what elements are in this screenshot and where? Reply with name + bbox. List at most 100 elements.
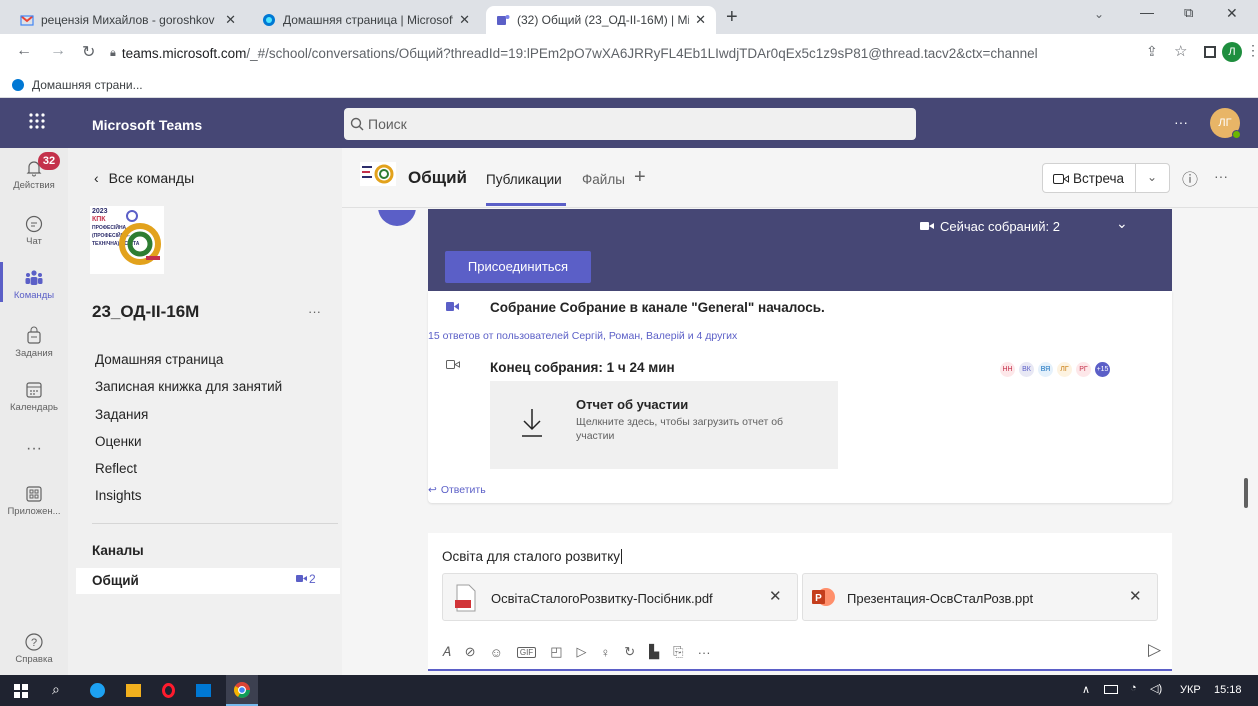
rail-more[interactable]: ··· (0, 440, 68, 458)
new-tab-button[interactable]: + (726, 6, 738, 29)
rail-chat[interactable]: Чат (0, 214, 68, 247)
loop-icon[interactable]: ↻ (624, 644, 635, 660)
info-icon[interactable]: ⓘ (1182, 166, 1198, 190)
file-explorer-icon[interactable] (126, 684, 141, 697)
more-participants-badge[interactable]: +15 (1095, 362, 1110, 377)
format-icon[interactable]: 𝐴 (442, 644, 451, 660)
reply-link[interactable]: ↩ Ответить (428, 484, 486, 496)
send-icon[interactable]: ▷ (1148, 640, 1161, 660)
praise-icon[interactable]: ♀ (601, 645, 611, 660)
remove-attachment-icon[interactable]: ✕ (1129, 587, 1142, 605)
browser-tab-home[interactable]: Домашняя страница | Microsoft ✕ (252, 6, 480, 34)
close-tab-icon[interactable]: ✕ (453, 12, 470, 28)
assignments-icon (27, 326, 41, 344)
chevron-down-icon[interactable]: ⌄ (1147, 170, 1157, 184)
back-to-teams-link[interactable]: ‹ Все команды (94, 170, 194, 186)
schedule-icon[interactable]: ⎘ (673, 644, 683, 660)
meet-button[interactable]: Встреча ⌄ (1042, 163, 1170, 193)
participant-avatar[interactable]: ЛГ (1057, 362, 1072, 377)
app-launcher-icon[interactable] (28, 112, 46, 130)
settings-more-button[interactable]: ··· (1174, 114, 1188, 130)
more-options-icon[interactable]: ··· (698, 645, 711, 660)
window-close-icon[interactable]: ✕ (1226, 5, 1238, 22)
edge-icon[interactable] (90, 683, 105, 698)
network-icon[interactable]: ◔ (1130, 682, 1137, 694)
nav-insights[interactable]: Insights (95, 488, 142, 503)
tab-posts[interactable]: Публикации (486, 172, 562, 187)
rail-help[interactable]: ? Справка (0, 632, 68, 665)
forward-arrow-icon[interactable]: → (50, 42, 66, 60)
scrollbar-thumb[interactable] (1244, 478, 1248, 508)
language-indicator[interactable]: УКР (1180, 684, 1201, 696)
rail-activity[interactable]: Действия 32 (0, 152, 68, 191)
attachment-ppt[interactable]: P Презентация-ОсвСталРозв.ppt ✕ (802, 573, 1158, 621)
meet-now-icon[interactable]: ▷ (577, 644, 587, 660)
nav-notebook[interactable]: Записная книжка для занятий (95, 379, 282, 394)
gif-icon[interactable]: GIF (516, 646, 537, 658)
channel-team-logo (360, 162, 396, 186)
close-tab-icon[interactable]: ✕ (219, 12, 236, 28)
url-path: /_#/school/conversations/Общий?threadId=… (246, 45, 1038, 61)
attach-icon[interactable]: ⊘ (465, 644, 476, 660)
sticker-icon[interactable]: ◰ (550, 644, 562, 660)
rail-calendar[interactable]: Календарь (0, 380, 68, 413)
profile-avatar[interactable]: Л (1222, 42, 1242, 62)
tray-chevron-icon[interactable]: ∧ (1082, 683, 1090, 696)
participant-avatar[interactable]: НН (1000, 362, 1015, 377)
restore-icon[interactable]: ⧉ (1184, 5, 1193, 21)
browser-tab-gmail[interactable]: рецензія Михайлов - goroshkov ✕ (10, 6, 246, 34)
clock[interactable]: 15:18 (1214, 684, 1242, 696)
nav-grades[interactable]: Оценки (95, 434, 142, 449)
windows-start-icon[interactable] (14, 684, 28, 698)
url-field[interactable]: 🔒︎ teams.microsoft.com/_#/school/convers… (110, 39, 1110, 67)
channel-item-general[interactable]: Общий 2 (76, 568, 340, 594)
join-meeting-button[interactable]: Присоединиться (445, 251, 591, 283)
bookmark-home[interactable]: Домашняя страни... (32, 78, 143, 92)
share-icon[interactable]: ⇪ (1146, 43, 1158, 60)
compose-input[interactable]: Освіта для сталого розвитку (442, 549, 622, 564)
rail-assignments[interactable]: Задания (0, 326, 68, 359)
chrome-taskbar-item[interactable] (226, 675, 258, 706)
attachment-pdf[interactable]: ОсвітаСталогоРозвитку-Посібник.pdf ✕ (442, 573, 798, 621)
taskbar-search-icon[interactable]: ⌕ (52, 681, 60, 698)
back-arrow-icon[interactable]: ← (16, 42, 32, 60)
more-icon: ··· (26, 440, 42, 457)
participant-avatar[interactable]: РГ (1076, 362, 1091, 377)
reload-icon[interactable]: ↻ (82, 42, 95, 62)
nav-reflect[interactable]: Reflect (95, 461, 137, 476)
volume-icon[interactable]: ◁) (1150, 682, 1162, 695)
rail-teams[interactable]: Команды (0, 268, 68, 301)
rail-label: Чат (26, 236, 42, 247)
minimize-icon[interactable]: — (1140, 4, 1154, 20)
chevron-down-icon[interactable]: ⌄ (1116, 215, 1128, 232)
tab-files[interactable]: Файлы (582, 172, 625, 187)
tab-search-icon[interactable]: ⌄ (1094, 7, 1104, 21)
remove-attachment-icon[interactable]: ✕ (769, 587, 782, 605)
attendance-report-card[interactable]: Отчет об участии Щелкните здесь, чтобы з… (490, 381, 838, 469)
replies-link[interactable]: 15 ответов от пользователей Сергій, Рома… (428, 330, 737, 342)
nav-home[interactable]: Домашняя страница (95, 352, 223, 367)
channel-name: Общий (92, 573, 139, 588)
rail-apps[interactable]: Приложен... (0, 484, 68, 517)
channel-more-button[interactable]: ··· (1214, 168, 1228, 184)
browser-menu-icon[interactable]: ⋮ (1246, 42, 1258, 59)
team-more-button[interactable]: ··· (308, 304, 321, 319)
participant-avatar[interactable]: ВК (1019, 362, 1034, 377)
sidepanel-icon[interactable] (1204, 46, 1216, 58)
opera-icon[interactable] (162, 683, 175, 698)
app-name: Microsoft Teams (92, 117, 203, 133)
add-tab-button[interactable]: + (634, 166, 646, 189)
team-name: 23_ОД-ІІ-16М (92, 302, 200, 321)
battery-icon[interactable] (1104, 685, 1118, 694)
participant-avatar[interactable]: ВЯ (1038, 362, 1053, 377)
nav-assignments[interactable]: Задания (95, 407, 148, 422)
emoji-icon[interactable]: ☺ (490, 645, 503, 660)
text-cursor (621, 549, 622, 564)
browser-tab-teams[interactable]: (32) Общий (23_ОД-ІІ-16М) | Mi ✕ (486, 6, 716, 34)
app-icon[interactable]: ▙ (649, 644, 659, 660)
bookmark-star-icon[interactable]: ☆ (1174, 42, 1187, 60)
search-placeholder: Поиск (368, 116, 407, 132)
store-icon[interactable] (196, 684, 211, 697)
search-input[interactable]: Поиск (344, 108, 916, 140)
close-tab-icon[interactable]: ✕ (689, 12, 706, 28)
